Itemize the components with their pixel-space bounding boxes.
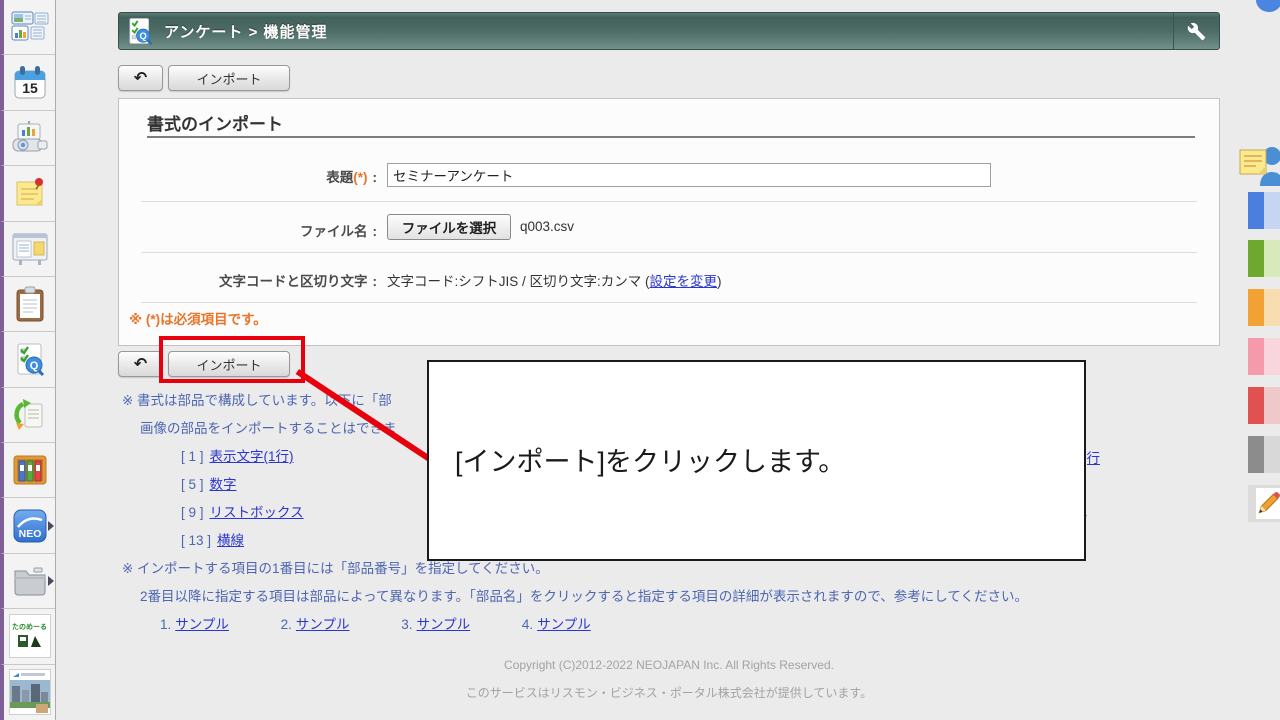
sample-item: 4.サンプル: [522, 617, 591, 632]
sample-links-row: 1.サンプル 2.サンプル 3.サンプル 4.サンプル: [160, 613, 639, 633]
settings-button[interactable]: [1173, 13, 1219, 49]
annotation-note-tool[interactable]: [1238, 144, 1280, 191]
svg-text:Q: Q: [29, 360, 38, 372]
sidebar-item-memo[interactable]: [0, 166, 55, 221]
part-item-1: [ 1 ]表示文字(1行): [181, 445, 294, 465]
import-note-line2: 2番目以降に指定する項目は部品によって異なります。「部品名」をクリックすると指定…: [140, 585, 1028, 605]
import-button-label: インポート: [196, 69, 261, 88]
subject-label: 表題(*):: [119, 166, 377, 186]
callout-text: [インポート]をクリックします。: [455, 440, 845, 479]
sample-link-1[interactable]: サンプル: [175, 617, 229, 632]
required-mark: (*): [353, 170, 367, 185]
app-sidebar: 15: [0, 0, 56, 720]
expand-arrow-icon[interactable]: [48, 521, 54, 531]
charset-value: 文字コード:シフトJIS / 区切り文字:カンマ (設定を変更): [387, 270, 722, 290]
screen: 15: [0, 0, 1280, 720]
page-title: アンケート > 機能管理: [164, 21, 328, 42]
cabinet-icon: [12, 453, 48, 487]
sample-item: 3.サンプル: [401, 617, 470, 632]
subject-input[interactable]: [387, 163, 991, 187]
survey-app-icon: Q: [126, 17, 154, 45]
back-button-bottom[interactable]: ↶: [118, 351, 163, 377]
edit-pencil-tool[interactable]: [1248, 485, 1280, 522]
change-settings-link[interactable]: 設定を変更: [650, 274, 718, 289]
back-button-top[interactable]: ↶: [118, 65, 163, 91]
projector-icon: [11, 121, 49, 155]
sidebar-item-survey[interactable]: Q: [0, 332, 55, 387]
pencil-icon: [1255, 491, 1280, 517]
required-fields-note: ※ (*)は必須項目です。: [129, 308, 267, 328]
wrench-icon: [1187, 22, 1206, 41]
selected-file-name: q003.csv: [520, 219, 574, 234]
workflow-icon: [12, 397, 48, 433]
row-divider: [141, 302, 1197, 303]
highlight-color-gray[interactable]: [1248, 436, 1280, 473]
part-link-listbox[interactable]: リストボックス: [210, 505, 304, 520]
sidebar-item-ad-banner[interactable]: [0, 665, 55, 720]
choose-file-label: ファイルを選択: [402, 217, 497, 237]
tanomeru-icon: たのめーる: [9, 614, 51, 658]
memo-note-icon: [12, 175, 48, 211]
calendar-icon: 15: [12, 65, 48, 101]
sidebar-item-bulletin-board[interactable]: [0, 222, 55, 277]
bulletin-board-icon: [11, 232, 49, 266]
neo-label: NEO: [18, 528, 41, 540]
portal-icon: [11, 11, 49, 43]
highlight-color-green[interactable]: [1248, 240, 1280, 277]
sample-item: 1.サンプル: [160, 617, 229, 632]
sidebar-item-portal[interactable]: [0, 0, 55, 55]
back-arrow-icon: ↶: [134, 354, 147, 374]
row-divider: [141, 201, 1197, 202]
svg-text:Q: Q: [139, 31, 146, 41]
charset-label: 文字コードと区切り文字:: [119, 270, 377, 290]
hidden-link-fragment: 行): [1087, 447, 1100, 467]
sidebar-item-folder[interactable]: [0, 554, 55, 609]
highlight-color-orange[interactable]: [1248, 289, 1280, 326]
sidebar-item-facility[interactable]: [0, 111, 55, 166]
annotation-highlight-box: [159, 336, 305, 383]
part-item-13: [ 13 ]横線: [181, 529, 244, 549]
clipboard-icon: [14, 286, 46, 322]
corner-partial-icon: [1256, 0, 1280, 12]
sidebar-item-workflow[interactable]: [0, 388, 55, 443]
sample-link-3[interactable]: サンプル: [417, 617, 471, 632]
row-divider: [141, 252, 1197, 253]
back-arrow-icon: ↶: [134, 68, 147, 88]
sidebar-item-neo[interactable]: NEO: [0, 498, 55, 553]
part-link-display-text[interactable]: 表示文字(1行): [210, 449, 294, 464]
parts-note-line2: 画像の部品をインポートすることはできま: [140, 417, 397, 437]
copyright-text: Copyright (C)2012-2022 NEOJAPAN Inc. All…: [118, 658, 1220, 672]
tanomeru-label: たのめーる: [12, 622, 47, 632]
import-form-panel: 書式のインポート 表題(*): ファイル名: ファイルを選択 q003.csv …: [118, 98, 1220, 346]
expand-arrow-icon[interactable]: [48, 576, 54, 586]
sidebar-item-report[interactable]: [0, 277, 55, 332]
form-title: 書式のインポート: [147, 110, 283, 135]
sidebar-item-calendar[interactable]: 15: [0, 55, 55, 110]
part-link-number[interactable]: 数字: [210, 477, 237, 492]
neo-icon: NEO: [12, 508, 48, 544]
part-item-5: [ 5 ]数字: [181, 473, 237, 493]
sample-link-4[interactable]: サンプル: [537, 617, 591, 632]
sidebar-item-cabinet[interactable]: [0, 443, 55, 498]
module-title-bar: Q アンケート > 機能管理: [118, 12, 1220, 50]
part-item-9: [ 9 ]リストボックス: [181, 501, 304, 521]
choose-file-button[interactable]: ファイルを選択: [387, 214, 511, 240]
file-label: ファイル名:: [119, 220, 377, 240]
folder-icon: [12, 566, 48, 596]
annotation-callout: [インポート]をクリックします。: [427, 360, 1086, 561]
sticky-note-user-icon: [1238, 144, 1280, 186]
import-button-top[interactable]: インポート: [168, 65, 290, 91]
part-link-hr[interactable]: 横線: [217, 533, 244, 548]
provider-text: このサービスはリスモン・ビジネス・ポータル株式会社が提供しています。: [118, 684, 1220, 701]
title-underline: [147, 136, 1195, 138]
highlight-color-pink[interactable]: [1248, 338, 1280, 375]
survey-icon: Q: [12, 341, 48, 377]
calendar-day-label: 15: [22, 80, 38, 96]
sample-link-2[interactable]: サンプル: [296, 617, 350, 632]
sample-item: 2.サンプル: [281, 617, 350, 632]
sidebar-item-tanomeru[interactable]: たのめーる: [0, 609, 55, 664]
highlight-color-blue[interactable]: [1248, 192, 1280, 229]
highlight-color-red[interactable]: [1248, 387, 1280, 424]
ad-photo-icon: [9, 669, 51, 715]
